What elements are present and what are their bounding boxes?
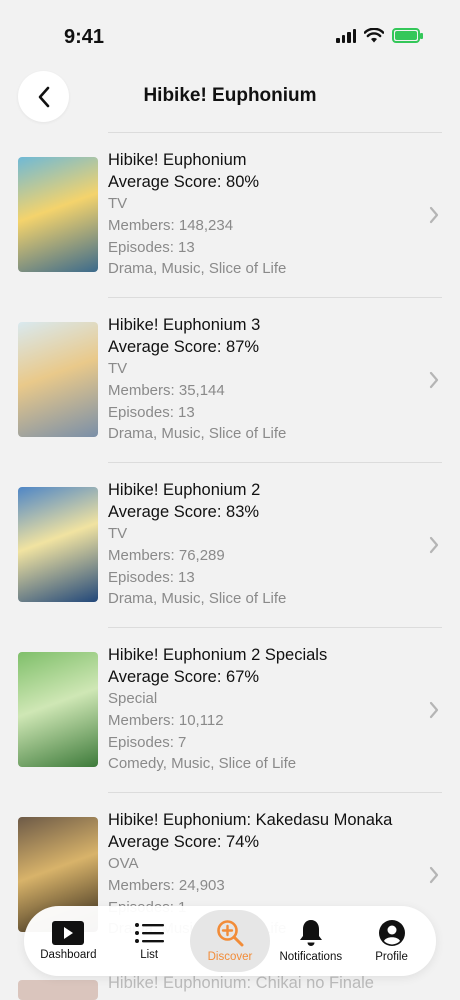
list-item-title: Hibike! Euphonium 2 bbox=[108, 481, 261, 499]
genres-label: Drama, Music, Slice of Life bbox=[108, 260, 287, 278]
list-item-title: Hibike! Euphonium 2 Specials bbox=[108, 646, 328, 664]
average-score: Average Score: 74% bbox=[108, 833, 260, 851]
list-item-details: Hibike! Euphonium Average Score: 80% TV Mem… bbox=[108, 150, 412, 280]
format-label: OVA bbox=[108, 855, 139, 872]
list-item[interactable]: Hibike! Euphonium 2 Average Score: 83% TV M… bbox=[18, 462, 442, 627]
chevron-right-icon bbox=[429, 866, 439, 884]
members-count: Members: 10,112 bbox=[108, 711, 224, 729]
row-divider bbox=[108, 792, 442, 793]
format-label: TV bbox=[108, 195, 128, 212]
list-item-title: Hibike! Euphonium: Kakedasu Monaka bbox=[108, 811, 393, 829]
status-icons bbox=[336, 28, 423, 43]
episodes-count: Episodes: 13 bbox=[108, 403, 195, 421]
format-label: TV bbox=[108, 525, 128, 542]
tab-dashboard[interactable]: Dashboard bbox=[28, 910, 108, 972]
wifi-icon bbox=[364, 28, 384, 43]
bell-icon bbox=[299, 920, 322, 946]
cover-thumbnail bbox=[18, 487, 98, 602]
page-title: Hibike! Euphonium bbox=[143, 85, 317, 106]
episodes-count: Episodes: 7 bbox=[108, 733, 187, 751]
chevron-right-icon bbox=[429, 206, 439, 224]
search-icon bbox=[217, 920, 244, 947]
play-icon bbox=[52, 921, 85, 945]
list-item[interactable]: Hibike! Euphonium Average Score: 80% TV Mem… bbox=[18, 132, 442, 297]
list-item[interactable]: Hibike! Euphonium 2 Specials Average Scor… bbox=[18, 627, 442, 792]
chevron-right-icon bbox=[429, 536, 439, 554]
list-item[interactable]: Hibike! Euphonium 3 Average Score: 87% TV M… bbox=[18, 297, 442, 462]
status-bar: 9:41 bbox=[0, 0, 460, 70]
episodes-count: Episodes: 13 bbox=[108, 238, 195, 256]
members-count: Members: 148,234 bbox=[108, 216, 234, 234]
chevron-right-icon bbox=[429, 371, 439, 389]
row-divider bbox=[108, 132, 442, 133]
row-divider bbox=[108, 462, 442, 463]
tab-bar: Dashboard List Discover Notifications Pr… bbox=[24, 906, 436, 976]
list-icon bbox=[135, 923, 165, 943]
cover-thumbnail bbox=[18, 322, 98, 437]
tab-profile[interactable]: Profile bbox=[352, 910, 432, 972]
tab-label: List bbox=[140, 949, 159, 961]
tab-label: Notifications bbox=[279, 951, 343, 963]
person-icon bbox=[378, 920, 405, 946]
list-item-details: Hibike! Euphonium 2 Specials Average Scor… bbox=[108, 645, 412, 775]
genres-label: Drama, Music, Slice of Life bbox=[108, 590, 287, 608]
average-score: Average Score: 67% bbox=[108, 668, 260, 686]
list-item-title: Hibike! Euphonium bbox=[108, 151, 247, 169]
list-item-thumbnail bbox=[18, 980, 98, 1000]
tab-label: Profile bbox=[375, 951, 408, 963]
members-count: Members: 35,144 bbox=[108, 381, 225, 399]
average-score: Average Score: 83% bbox=[108, 503, 260, 521]
format-label: TV bbox=[108, 360, 128, 377]
chevron-right-icon bbox=[429, 701, 439, 719]
episodes-count: Episodes: 13 bbox=[108, 568, 195, 586]
list-item-title: Hibike! Euphonium: Chikai no Finale bbox=[108, 974, 374, 992]
cover-thumbnail bbox=[18, 157, 98, 272]
list-item-title: Hibike! Euphonium 3 bbox=[108, 316, 261, 334]
members-count: Members: 24,903 bbox=[108, 876, 225, 894]
battery-icon bbox=[392, 28, 423, 43]
tab-discover[interactable]: Discover bbox=[189, 910, 270, 972]
genres-label: Drama, Music, Slice of Life bbox=[108, 425, 287, 443]
tab-list[interactable]: List bbox=[109, 910, 189, 972]
list-item-details: Hibike! Euphonium 3 Average Score: 87% TV M… bbox=[108, 315, 412, 445]
cover-thumbnail bbox=[18, 652, 98, 767]
status-time: 9:41 bbox=[64, 26, 105, 48]
tab-label: Dashboard bbox=[40, 949, 97, 961]
average-score: Average Score: 80% bbox=[108, 173, 260, 191]
row-divider bbox=[108, 297, 442, 298]
results-list: Hibike! Euphonium Average Score: 80% TV Mem… bbox=[18, 132, 442, 957]
tab-notifications[interactable]: Notifications bbox=[271, 910, 351, 972]
members-count: Members: 76,289 bbox=[108, 546, 225, 564]
tab-label: Discover bbox=[207, 951, 253, 963]
genres-label: Comedy, Music, Slice of Life bbox=[108, 755, 297, 773]
average-score: Average Score: 87% bbox=[108, 338, 260, 356]
format-label: Special bbox=[108, 690, 158, 707]
cellular-signal-icon bbox=[336, 28, 356, 43]
row-divider bbox=[108, 627, 442, 628]
list-item-details: Hibike! Euphonium 2 Average Score: 83% TV M… bbox=[108, 480, 412, 610]
